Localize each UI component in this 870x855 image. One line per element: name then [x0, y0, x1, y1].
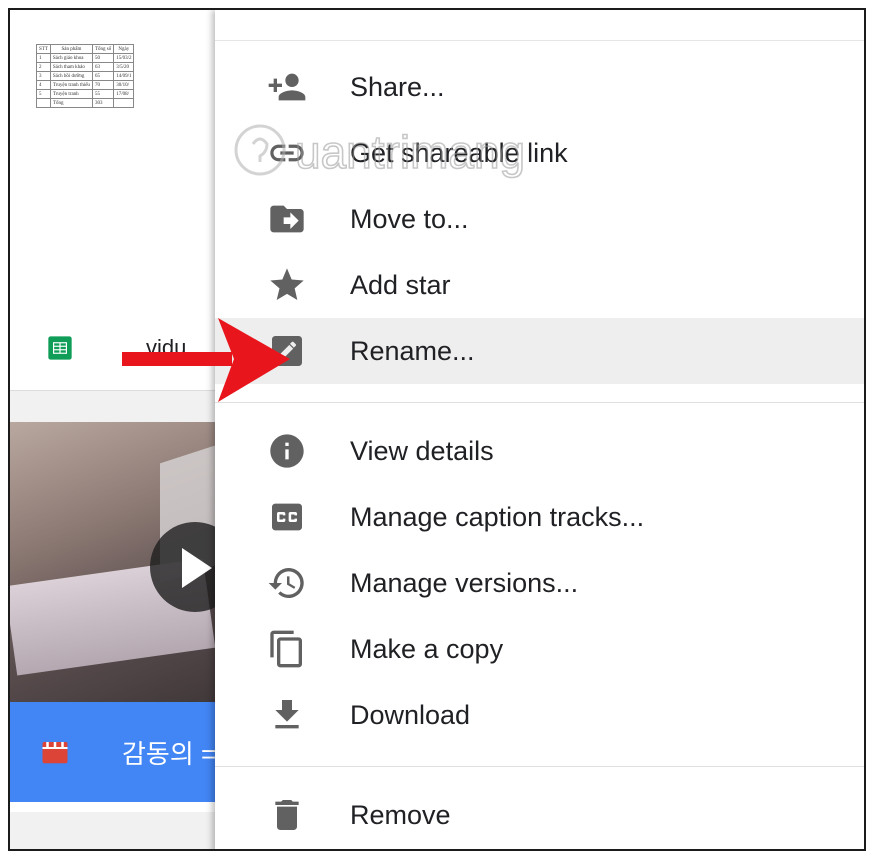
video-clapper-icon	[42, 742, 68, 764]
table-row: Tổng 303	[36, 98, 135, 108]
table-header-cell: Sản phẩm	[49, 44, 93, 54]
info-icon	[265, 429, 309, 473]
link-icon	[265, 131, 309, 175]
menu-divider	[215, 766, 864, 767]
menu-item-add-star[interactable]: Add star	[215, 252, 864, 318]
table-cell: 65	[91, 71, 115, 81]
table-cell: Sách bồi dưỡng	[49, 71, 93, 81]
trash-icon	[265, 793, 309, 837]
menu-item-make-a-copy[interactable]: Make a copy	[215, 616, 864, 682]
menu-item-label: Manage caption tracks...	[350, 501, 645, 532]
table-row: STT Sản phẩm Tổng số Ngày	[36, 44, 135, 54]
table-cell: 30/10/	[113, 80, 135, 90]
table-header-cell: Ngày	[113, 44, 135, 54]
red-pointer-arrow-icon	[122, 318, 290, 402]
table-header-cell: STT	[36, 44, 51, 54]
table-cell: 3	[36, 71, 51, 81]
table-cell: 1	[36, 53, 51, 63]
star-icon	[265, 263, 309, 307]
menu-item-label: Move to...	[350, 203, 469, 234]
table-cell: 17/08/	[113, 89, 135, 99]
menu-item-label: Get shareable link	[350, 137, 568, 168]
person-add-icon	[265, 65, 309, 109]
google-sheets-icon	[48, 336, 72, 360]
play-icon	[182, 548, 212, 588]
table-cell: Truyện tranh	[49, 89, 93, 99]
table-header-cell: Tổng số	[91, 44, 115, 54]
menu-item-label: Add star	[350, 269, 451, 300]
history-icon	[265, 561, 309, 605]
menu-item-label: Share...	[350, 71, 445, 102]
menu-item-label: Download	[350, 699, 471, 730]
menu-item-label: Rename...	[350, 335, 475, 366]
menu-item-remove[interactable]: Remove	[215, 782, 864, 848]
drive-window: STT Sản phẩm Tổng số Ngày 1 Sách giáo kh…	[8, 8, 866, 851]
download-icon	[265, 693, 309, 737]
folder-move-icon	[265, 197, 309, 241]
menu-item-view-details[interactable]: View details	[215, 418, 864, 484]
video-file-name: 감동의 =	[122, 738, 217, 769]
table-row: 4 Truyện tranh thiếu 70 30/10/	[36, 80, 135, 90]
table-cell: 5	[36, 89, 51, 99]
table-cell: 2	[36, 62, 51, 72]
menu-item-share[interactable]: Share...	[215, 54, 864, 120]
table-cell: Sách tham khảo	[49, 62, 93, 72]
video-thumbnail	[10, 422, 250, 702]
menu-item-rename[interactable]: Rename...	[215, 318, 864, 384]
menu-item-manage-caption-tracks[interactable]: Manage caption tracks...	[215, 484, 864, 550]
table-cell: 70	[91, 80, 115, 90]
table-cell: 50	[91, 53, 115, 63]
table-cell: 63	[91, 62, 115, 72]
menu-item-manage-versions[interactable]: Manage versions...	[215, 550, 864, 616]
table-cell	[36, 98, 51, 108]
menu-item-move-to[interactable]: Move to...	[215, 186, 864, 252]
copy-icon	[265, 627, 309, 671]
table-cell: 15/03/2	[113, 53, 135, 63]
context-menu: Share... Get shareable link Move to... A…	[215, 10, 864, 849]
table-cell: 3/5/20	[113, 62, 135, 72]
table-row: 3 Sách bồi dưỡng 65 14/09/1	[36, 71, 135, 81]
closed-caption-icon	[265, 495, 309, 539]
menu-divider	[215, 402, 864, 403]
sheet-thumbnail: STT Sản phẩm Tổng số Ngày 1 Sách giáo kh…	[36, 44, 211, 140]
menu-top-divider	[215, 40, 864, 41]
table-row: 2 Sách tham khảo 63 3/5/20	[36, 62, 135, 72]
table-cell	[113, 98, 135, 108]
table-cell: 55	[91, 89, 115, 99]
table-row: 5 Truyện tranh 55 17/08/	[36, 89, 135, 99]
menu-item-label: View details	[350, 435, 494, 466]
menu-item-label: Manage versions...	[350, 567, 579, 598]
table-row: 1 Sách giáo khoa 50 15/03/2	[36, 53, 135, 63]
table-cell: Sách giáo khoa	[49, 53, 93, 63]
video-title-bar[interactable]: 감동의 =	[10, 702, 250, 802]
table-cell: Truyện tranh thiếu	[49, 80, 93, 90]
menu-item-download[interactable]: Download	[215, 682, 864, 748]
menu-item-get-shareable-link[interactable]: Get shareable link	[215, 120, 864, 186]
sheet-preview-table: STT Sản phẩm Tổng số Ngày 1 Sách giáo kh…	[36, 44, 135, 108]
menu-item-label: Make a copy	[350, 633, 504, 664]
table-cell: 4	[36, 80, 51, 90]
table-total-value: 303	[91, 98, 115, 108]
file-card-video[interactable]: 감동의 =	[10, 422, 250, 812]
table-cell: 14/09/1	[113, 71, 135, 81]
menu-item-label: Remove	[350, 799, 451, 830]
table-total-label: Tổng	[49, 98, 93, 108]
